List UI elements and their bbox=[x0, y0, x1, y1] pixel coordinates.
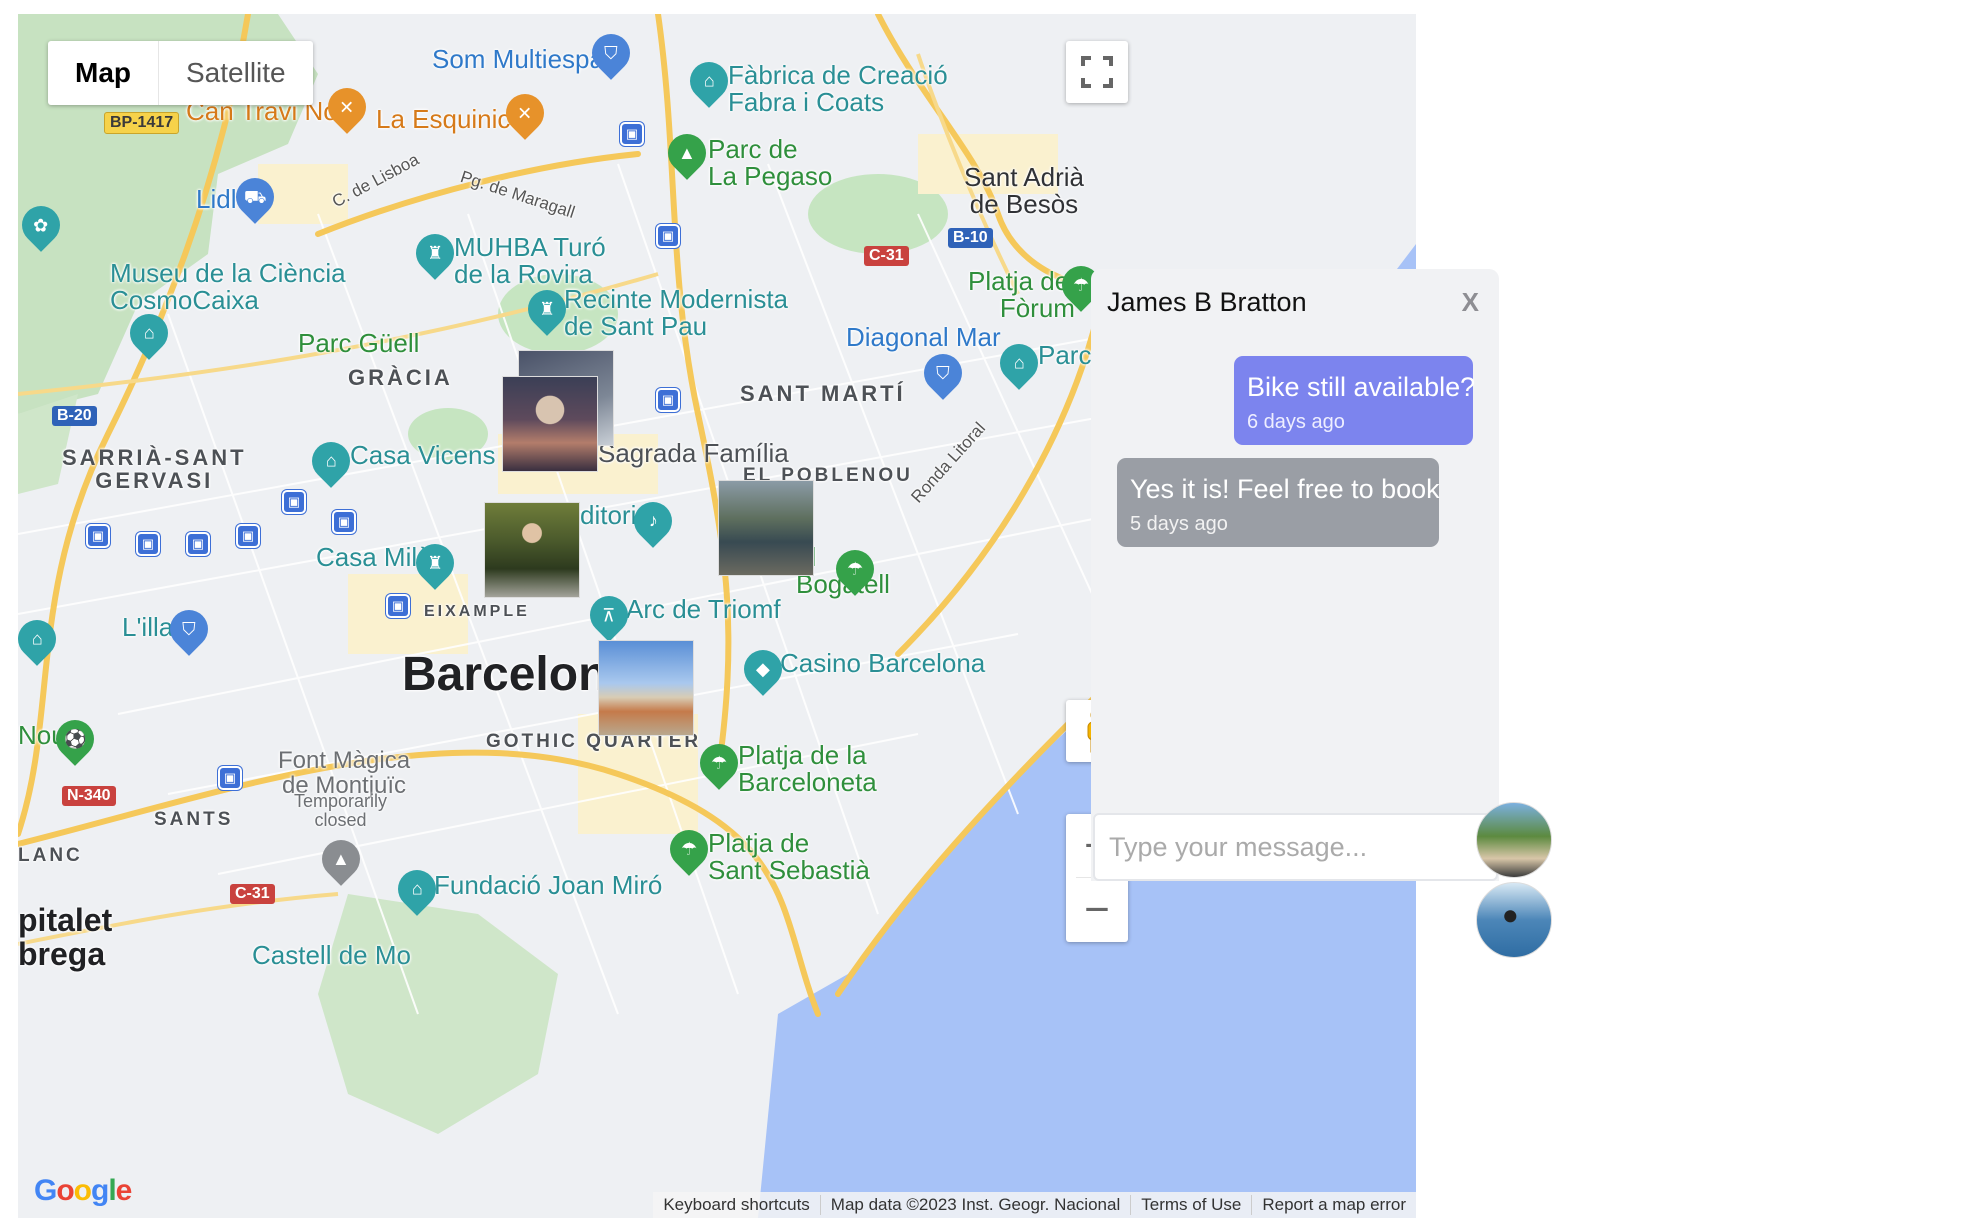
poi-fabrica[interactable]: Fàbrica de Creació Fabra i Coats bbox=[728, 61, 948, 117]
poi-lidl[interactable]: Lidl bbox=[196, 185, 236, 213]
road-shield: C-31 bbox=[864, 246, 909, 266]
road-shield: B-10 bbox=[948, 228, 993, 248]
map-attribution: Keyboard shortcuts Map data ©2023 Inst. … bbox=[653, 1192, 1416, 1218]
metro-icon[interactable]: ▣ bbox=[218, 766, 242, 790]
poi-castell[interactable]: Castell de Mo bbox=[252, 941, 411, 969]
listing-photo-marker[interactable] bbox=[598, 640, 694, 736]
road-shield: B-20 bbox=[52, 406, 97, 426]
message-text: Yes it is! Feel free to book bbox=[1130, 474, 1440, 504]
keyboard-shortcuts-link[interactable]: Keyboard shortcuts bbox=[653, 1195, 819, 1215]
fullscreen-icon bbox=[1081, 56, 1113, 88]
district-lanc: LANC bbox=[18, 845, 83, 866]
listing-photo-marker[interactable] bbox=[502, 376, 598, 472]
report-map-error-link[interactable]: Report a map error bbox=[1251, 1195, 1416, 1215]
poi-som-multiespai[interactable]: Som Multiespai bbox=[432, 45, 610, 73]
road-shield: C-31 bbox=[230, 884, 275, 904]
road-shield: N-340 bbox=[62, 786, 116, 806]
poi-parc-partial[interactable]: Parc bbox=[1038, 341, 1091, 369]
message-text: Bike still available? bbox=[1247, 372, 1476, 402]
poi-fundacio-miro[interactable]: Fundació Joan Miró bbox=[434, 871, 662, 899]
chat-panel: James B Bratton X Bike still available? … bbox=[1091, 269, 1499, 881]
poi-auditori[interactable]: ditori bbox=[580, 501, 636, 529]
listing-photo-marker[interactable] bbox=[718, 480, 814, 576]
poi-casa-mila[interactable]: Casa Milà bbox=[316, 543, 432, 571]
chat-contact-name: James B Bratton bbox=[1107, 287, 1307, 317]
poi-sagrada-familia[interactable]: Sagrada Família bbox=[598, 439, 789, 467]
poi-la-esquinica[interactable]: La Esquinica bbox=[376, 105, 525, 133]
metro-icon[interactable]: ▣ bbox=[136, 532, 160, 556]
district-sants: SANTS bbox=[154, 809, 234, 830]
zoom-out-button[interactable]: − bbox=[1066, 878, 1128, 941]
poi-lilla[interactable]: L'illa bbox=[122, 613, 173, 641]
district-gracia: GRÀCIA bbox=[348, 365, 453, 390]
metro-icon[interactable]: ▣ bbox=[332, 510, 356, 534]
road-shield: BP-1417 bbox=[104, 112, 180, 134]
fullscreen-button[interactable] bbox=[1066, 41, 1128, 103]
message-input[interactable]: Type your message... bbox=[1093, 813, 1498, 881]
poi-platja-forum[interactable]: Platja del Fòrum bbox=[968, 267, 1075, 323]
message-outgoing: Bike still available? 6 days ago bbox=[1234, 356, 1476, 445]
message-incoming: Yes it is! Feel free to book 5 days ago bbox=[1117, 458, 1440, 547]
district-sarria: SARRIÀ-SANT GERVASI bbox=[62, 445, 247, 494]
poi-casa-vicens[interactable]: Casa Vicens bbox=[350, 441, 496, 469]
poi-museu-ciencia[interactable]: Museu de la Ciència CosmoCaixa bbox=[110, 259, 346, 315]
app-root: GRÀCIA SARRIÀ-SANT GERVASI SANT MARTÍ EL… bbox=[0, 0, 1966, 1226]
message-time: 5 days ago bbox=[1130, 513, 1228, 535]
poi-parc-gueell[interactable]: Parc Güell bbox=[298, 329, 419, 357]
metro-icon[interactable]: ▣ bbox=[620, 122, 644, 146]
metro-icon[interactable]: ▣ bbox=[386, 594, 410, 618]
poi-platja-barceloneta[interactable]: Platja de la Barceloneta bbox=[738, 741, 877, 797]
metro-icon[interactable]: ▣ bbox=[282, 490, 306, 514]
poi-diagonal-mar[interactable]: Diagonal Mar bbox=[846, 323, 1001, 351]
metro-icon[interactable]: ▣ bbox=[236, 524, 260, 548]
metro-icon[interactable]: ▣ bbox=[656, 388, 680, 412]
map-data-text: Map data ©2023 Inst. Geogr. Nacional bbox=[819, 1195, 1130, 1215]
poi-parc-pegaso[interactable]: Parc de La Pegaso bbox=[708, 135, 832, 191]
poi-recinte[interactable]: Recinte Modernista de Sant Pau bbox=[564, 285, 788, 341]
map-type-satellite-button[interactable]: Satellite bbox=[159, 41, 313, 105]
poi-temporarily-closed: Temporarily closed bbox=[294, 791, 388, 830]
poi-muhba[interactable]: MUHBA Turó de la Rovira bbox=[454, 233, 606, 289]
district-sant-marti: SANT MARTÍ bbox=[740, 381, 906, 406]
terms-of-use-link[interactable]: Terms of Use bbox=[1130, 1195, 1251, 1215]
chat-close-button[interactable]: X bbox=[1462, 287, 1479, 318]
avatar[interactable] bbox=[1476, 802, 1552, 878]
listing-photo-marker[interactable] bbox=[484, 502, 580, 598]
avatar[interactable] bbox=[1476, 882, 1552, 958]
map-type-control: Map Satellite bbox=[48, 41, 313, 105]
metro-icon[interactable]: ▣ bbox=[656, 224, 680, 248]
district-eixample: EIXAMPLE bbox=[424, 603, 530, 620]
metro-icon[interactable]: ▣ bbox=[186, 532, 210, 556]
metro-icon[interactable]: ▣ bbox=[86, 524, 110, 548]
place-sant-adria: Sant Adrià de Besòs bbox=[964, 162, 1084, 220]
google-logo: Google bbox=[34, 1174, 132, 1207]
poi-arc-triomf[interactable]: Arc de Triomf bbox=[626, 595, 781, 623]
map-type-map-button[interactable]: Map bbox=[48, 41, 158, 105]
place-hospitalet: pitalet brega bbox=[18, 902, 113, 972]
poi-platja-sebastia[interactable]: Platja de Sant Sebastià bbox=[708, 829, 870, 885]
message-time: 6 days ago bbox=[1247, 411, 1345, 433]
poi-casino[interactable]: Casino Barcelona bbox=[780, 649, 985, 677]
